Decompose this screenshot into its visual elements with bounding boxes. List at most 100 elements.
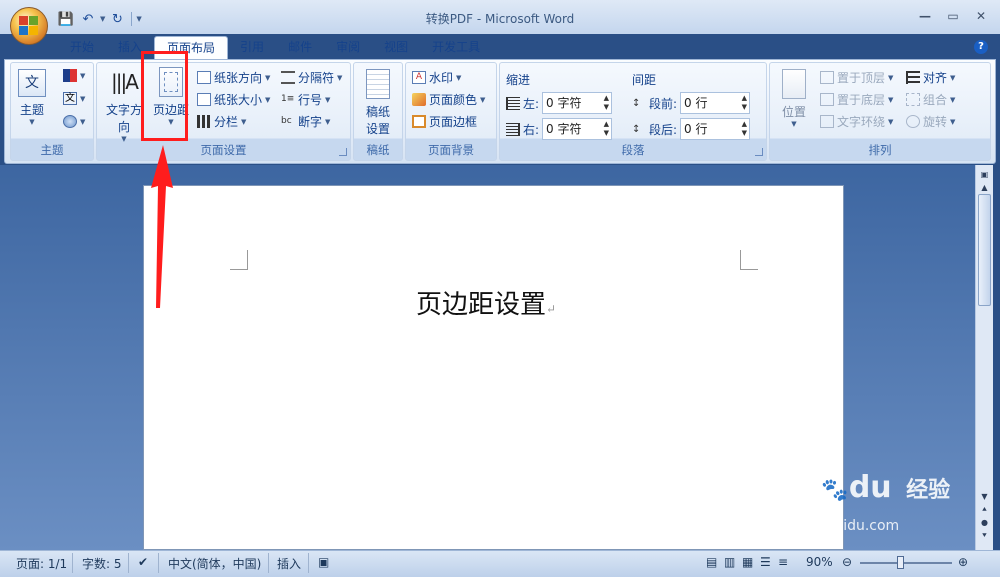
view-outline-icon[interactable]: ☰	[760, 555, 771, 569]
view-web-layout-icon[interactable]: ▦	[742, 555, 753, 569]
indent-right-label: 右:	[523, 122, 540, 137]
paragraph-mark-icon: ↵	[546, 302, 557, 316]
columns-button[interactable]: 分栏 ▼	[197, 113, 246, 130]
zoom-level[interactable]: 90%	[806, 555, 833, 569]
send-to-back-button[interactable]: 置于底层 ▼	[820, 91, 893, 108]
align-button[interactable]: 对齐 ▼	[906, 69, 955, 86]
theme-colors-button[interactable]: ▼	[63, 69, 85, 82]
watermark-brand: Bai	[768, 470, 822, 505]
manuscript-settings-button[interactable]: 稿纸 设置	[358, 69, 398, 137]
spacing-after-input[interactable]: 0 行 ▲ ▼	[680, 118, 751, 140]
status-separator	[72, 553, 73, 573]
ruler-toggle-icon[interactable]: ▣	[978, 170, 991, 179]
bring-to-front-button[interactable]: 置于顶层 ▼	[820, 69, 893, 86]
manuscript-icon	[366, 69, 390, 99]
status-language[interactable]: 中文(简体，中国)	[168, 555, 261, 572]
orientation-button[interactable]: 纸张方向 ▼	[197, 69, 270, 86]
status-separator	[308, 553, 309, 573]
theme-fonts-icon: 文	[63, 92, 77, 105]
align-icon	[906, 71, 920, 84]
tab-view[interactable]: 视图	[372, 36, 420, 60]
hyphenation-icon: bc	[281, 116, 292, 126]
themes-icon: 文	[18, 69, 46, 97]
watermark-button[interactable]: A 水印 ▼	[412, 69, 461, 86]
spacing-after-icon: ↕	[632, 123, 641, 135]
indent-right-input[interactable]: 0 字符 ▲ ▼	[542, 118, 613, 140]
close-button[interactable]: ✕	[968, 6, 994, 26]
hyphenation-button[interactable]: bc 断字 ▼	[281, 113, 330, 130]
line-numbers-button[interactable]: 1≡ 行号 ▼	[281, 91, 330, 108]
themes-button[interactable]: 文 主题 ▼	[15, 69, 49, 126]
columns-icon	[197, 115, 211, 128]
bring-to-front-icon	[820, 71, 834, 84]
group-label-paragraph: 段落	[621, 143, 645, 157]
align-label: 对齐	[923, 71, 948, 85]
tab-mailings[interactable]: 邮件	[276, 36, 324, 60]
scroll-thumb[interactable]	[978, 194, 991, 306]
spacing-title: 间距	[632, 73, 657, 87]
previous-page-icon[interactable]: ⯅	[978, 505, 991, 515]
annotation-arrow-icon	[151, 145, 173, 308]
baidu-watermark-url: jingyan.baidu.com	[770, 518, 900, 534]
view-draft-icon[interactable]: ≡	[778, 555, 788, 569]
zoom-slider-thumb[interactable]	[897, 556, 904, 569]
page-borders-icon	[412, 115, 426, 128]
document-page[interactable]: 页边距设置↵	[143, 185, 844, 550]
status-separator	[158, 553, 159, 573]
indent-left-label: 左:	[523, 96, 540, 111]
spacing-before-label: 段前:	[649, 96, 678, 111]
spacing-after-row: ↕ 段后: 0 行 ▲ ▼	[632, 118, 751, 140]
page-color-button[interactable]: 页面颜色 ▼	[412, 91, 485, 108]
baidu-watermark-logo: Bai🐾du 经验	[768, 470, 950, 505]
send-to-back-icon	[820, 93, 834, 106]
breaks-icon	[281, 71, 295, 84]
view-full-screen-icon[interactable]: ▥	[724, 555, 735, 569]
proofing-icon[interactable]: ✔	[138, 555, 148, 569]
tab-references[interactable]: 引用	[228, 36, 276, 60]
macro-record-icon[interactable]: ▣	[318, 555, 329, 569]
crop-mark-left	[230, 250, 248, 270]
indent-left-input[interactable]: 0 字符 ▲ ▼	[542, 92, 613, 114]
theme-fonts-button[interactable]: 文 ▼	[63, 92, 85, 105]
text-wrap-label: 文字环绕	[837, 115, 886, 129]
document-text[interactable]: 页边距设置↵	[416, 284, 556, 321]
manuscript-label-2: 设置	[365, 122, 390, 136]
group-objects-label: 组合	[923, 93, 948, 107]
text-wrap-button[interactable]: 文字环绕 ▼	[820, 113, 893, 130]
columns-label: 分栏	[214, 115, 239, 129]
spacing-before-input[interactable]: 0 行 ▲ ▼	[680, 92, 751, 114]
next-page-icon[interactable]: ⯆	[978, 531, 991, 541]
zoom-slider[interactable]	[860, 562, 952, 564]
status-separator	[128, 553, 129, 573]
scroll-down-icon[interactable]: ▼	[978, 492, 991, 501]
minimize-button[interactable]: —	[912, 6, 938, 26]
indent-right-icon	[506, 122, 520, 136]
help-icon[interactable]: ?	[974, 40, 988, 54]
tab-developer[interactable]: 开发工具	[420, 36, 492, 60]
browse-object-icon[interactable]: ●	[978, 518, 991, 527]
breaks-button[interactable]: 分隔符 ▼	[281, 69, 342, 86]
view-print-layout-icon[interactable]: ▤	[706, 555, 717, 569]
position-button[interactable]: 位置 ▼	[776, 69, 812, 128]
status-insert-mode[interactable]: 插入	[277, 555, 301, 572]
maximize-button[interactable]: ▭	[940, 6, 966, 26]
tab-home[interactable]: 开始	[58, 36, 106, 60]
orientation-label: 纸张方向	[214, 71, 263, 85]
orientation-icon	[197, 71, 211, 84]
zoom-out-icon[interactable]: ⊖	[842, 555, 852, 569]
tab-review[interactable]: 审阅	[324, 36, 372, 60]
office-button[interactable]	[10, 7, 48, 45]
ribbon-tabs: 开始 插入 页面布局 引用 邮件 审阅 视图 开发工具	[58, 36, 492, 60]
zoom-in-icon[interactable]: ⊕	[958, 555, 968, 569]
rotate-button[interactable]: 旋转 ▼	[906, 113, 955, 130]
scroll-up-icon[interactable]: ▲	[978, 183, 991, 192]
status-words[interactable]: 字数: 5	[82, 555, 122, 572]
group-objects-button[interactable]: 组合 ▼	[906, 91, 955, 108]
theme-effects-button[interactable]: ▼	[63, 115, 85, 128]
page-borders-button[interactable]: 页面边框	[412, 113, 477, 130]
paragraph-launcher-icon[interactable]	[755, 148, 763, 156]
status-page[interactable]: 页面: 1/1	[16, 555, 67, 572]
size-button[interactable]: 纸张大小 ▼	[197, 91, 270, 108]
page-setup-launcher-icon[interactable]	[339, 148, 347, 156]
page-color-icon	[412, 93, 426, 106]
